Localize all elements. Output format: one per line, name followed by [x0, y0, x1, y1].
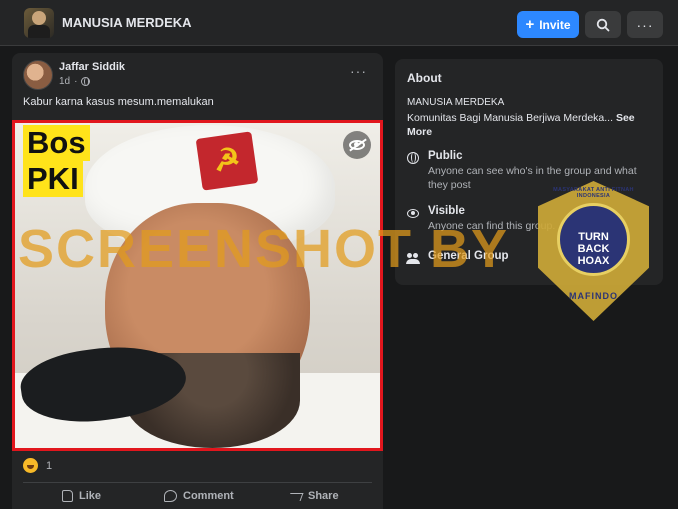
post-meta: 1d · — [59, 76, 91, 87]
like-button[interactable]: Like — [62, 490, 101, 502]
about-group-name: MANUSIA MERDEKA — [407, 97, 505, 108]
seal-logo-text: TURN BACK HOAX — [557, 231, 630, 267]
like-label: Like — [79, 490, 102, 502]
comment-button[interactable]: Comment — [164, 490, 234, 502]
hammer-sickle-emblem: ☭ — [195, 131, 259, 191]
post-text: Kabur karna kasus mesum.memalukan — [23, 96, 214, 108]
author-name[interactable]: Jaffar Siddik — [59, 61, 125, 73]
divider — [23, 482, 372, 483]
reactions-summary[interactable]: 1 — [23, 458, 52, 473]
hide-image-button[interactable] — [343, 131, 371, 159]
group-title[interactable]: MANUSIA MERDEKA — [62, 15, 192, 30]
search-icon — [596, 18, 610, 31]
about-description-text: Komunitas Bagi Manusia Berjiwa Merdeka..… — [407, 112, 614, 124]
invite-button[interactable]: + Invite — [517, 11, 579, 38]
seal-ring-text: MASYARAKAT ANTI FITNAH INDONESIA — [553, 187, 634, 199]
haha-reaction-icon — [23, 458, 38, 473]
post-card: Jaffar Siddik 1d · ··· Kabur karna kasus… — [12, 53, 383, 509]
post-image[interactable]: ☭ Bos PKI — [12, 120, 383, 451]
seal-line-1: TURN — [578, 231, 609, 243]
group-avatar[interactable] — [24, 8, 54, 38]
about-heading: About — [407, 71, 442, 85]
globe-icon — [81, 77, 91, 86]
image-caption-line-2: PKI — [23, 161, 83, 197]
public-title: Public — [428, 150, 463, 162]
eye-slash-icon — [349, 140, 365, 150]
about-description: Komunitas Bagi Manusia Berjiwa Merdeka..… — [407, 111, 652, 139]
reaction-count: 1 — [46, 459, 53, 472]
eye-icon — [407, 209, 419, 218]
seal-bottom-text: MAFINDO — [569, 291, 618, 301]
more-options-button[interactable]: ··· — [627, 11, 663, 38]
dot-separator: · — [74, 76, 78, 87]
author-avatar[interactable] — [23, 60, 53, 90]
screenshot-watermark: SCREENSHOT BY — [18, 219, 510, 279]
invite-label: Invite — [539, 17, 571, 32]
comment-icon — [164, 490, 177, 502]
like-icon — [62, 490, 73, 502]
comment-label: Comment — [183, 490, 234, 502]
post-more-icon[interactable]: ··· — [350, 63, 367, 79]
globe-icon — [407, 152, 419, 164]
share-icon — [287, 493, 304, 501]
seal-line-3: HOAX — [577, 255, 610, 267]
search-button[interactable] — [585, 11, 621, 38]
mafindo-seal: MASYARAKAT ANTI FITNAH INDONESIA TURN BA… — [538, 181, 649, 321]
seal-line-2: BACK — [577, 243, 610, 255]
hammer-sickle-icon: ☭ — [211, 142, 243, 179]
more-icon: ··· — [636, 16, 654, 33]
share-button[interactable]: Share — [287, 490, 339, 502]
post-time[interactable]: 1d — [59, 76, 70, 87]
plus-icon: + — [525, 16, 535, 33]
image-caption-line-1: Bos — [23, 125, 90, 161]
share-label: Share — [308, 490, 339, 502]
group-header: MANUSIA MERDEKA + Invite ··· — [0, 0, 678, 46]
